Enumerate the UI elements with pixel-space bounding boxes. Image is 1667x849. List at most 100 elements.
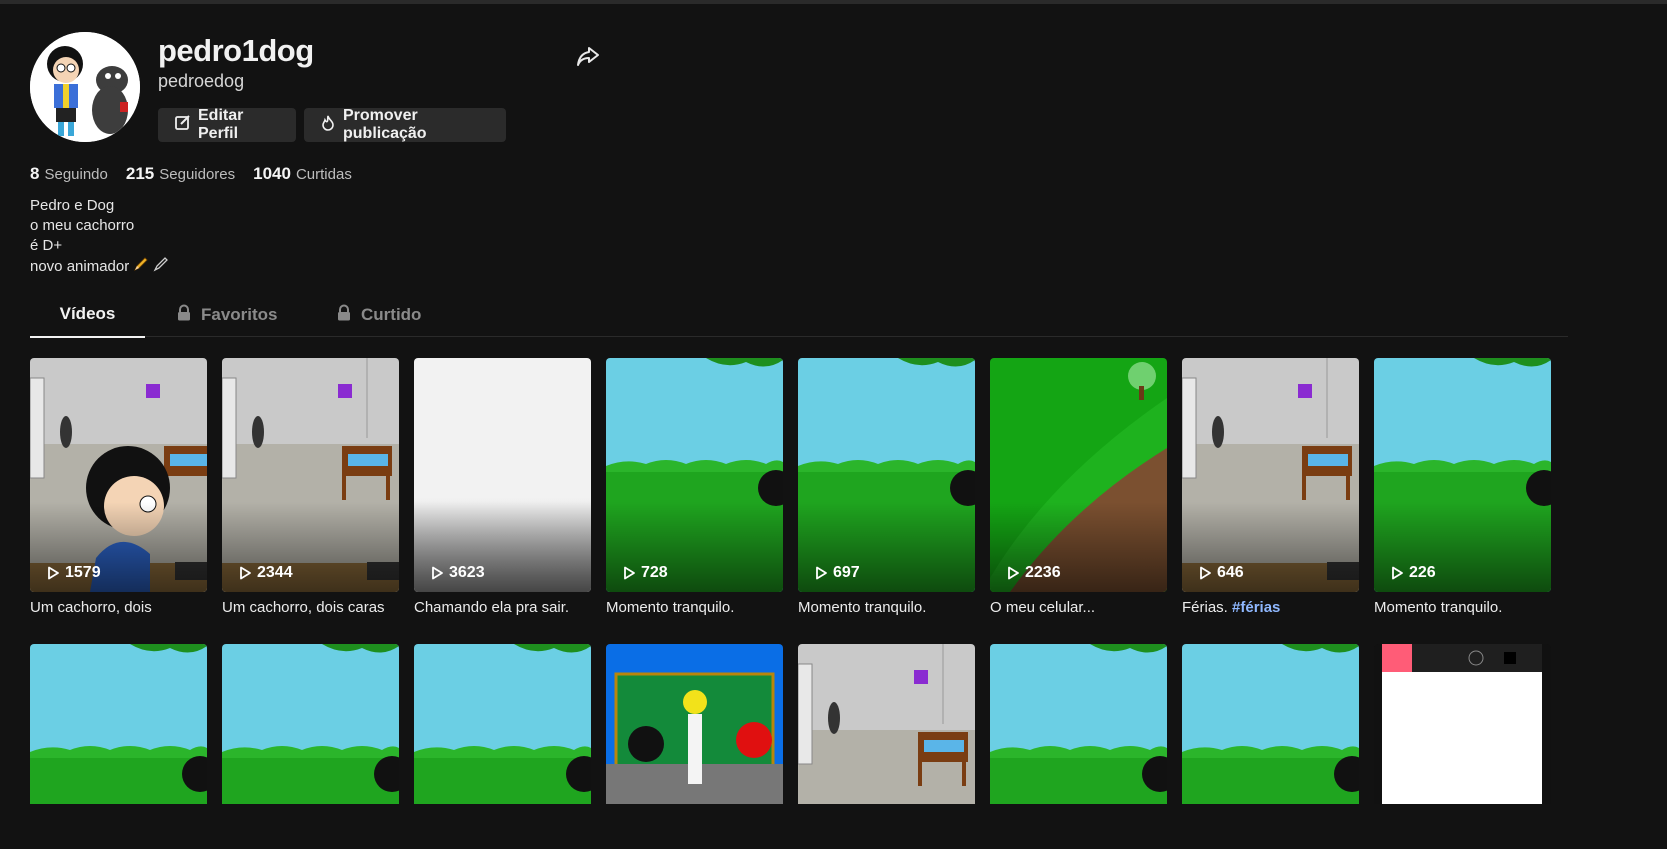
video-caption[interactable]: Um cachorro, dois [30,599,207,616]
video-thumbnail-image [798,644,975,804]
video-thumbnail[interactable]: 697 [798,358,975,592]
profile-tabs: Vídeos Favoritos Curtido [30,300,1568,338]
followers-label: Seguidores [159,166,236,183]
video-thumbnail-image [222,644,399,804]
video-thumbnail[interactable]: 3623 [414,358,591,592]
top-divider [0,0,1667,4]
tab-liked[interactable]: Curtido [336,304,421,326]
video-caption[interactable]: Chamando ela pra sair. [414,599,591,616]
tab-favorites[interactable]: Favoritos [176,304,278,326]
video-card[interactable] [30,644,207,804]
avatar-illustration [30,32,140,142]
video-thumbnail[interactable] [222,644,399,804]
bio-line: Pedro e Dog [30,197,115,214]
tab-videos-label: Vídeos [59,304,116,323]
likes-count: 1040 [253,164,291,183]
view-count-value: 3623 [449,564,485,581]
video-card[interactable]: 2236 O meu celular... [990,358,1167,616]
edit-profile-button[interactable]: Editar Perfil [158,107,296,142]
view-count: 2236 [1006,564,1061,582]
video-thumbnail[interactable]: 2236 [990,358,1167,592]
video-thumbnail[interactable]: 226 [1374,358,1551,592]
video-thumbnail-image [414,644,591,804]
video-thumbnail[interactable]: 1579 [30,358,207,592]
bio-line-animator: novo animador [30,256,169,278]
video-card[interactable] [798,644,975,804]
bio-line: novo animador [30,258,130,275]
video-card[interactable]: 2344 Um cachorro, dois caras [222,358,399,616]
promote-post-label: Promover publicação [343,107,427,142]
video-caption[interactable]: Um cachorro, dois caras [222,599,399,616]
video-thumbnail[interactable] [30,644,207,804]
video-thumbnail-image [1182,644,1359,804]
video-card[interactable]: 728 Momento tranquilo. [606,358,783,616]
play-icon [430,566,444,580]
view-count: 646 [1198,564,1244,582]
profile-nickname: pedroedog [158,71,245,91]
tab-videos[interactable]: Vídeos [30,304,145,338]
pencil-emoji-icon [133,256,149,278]
video-card[interactable]: 697 Momento tranquilo. [798,358,975,616]
view-count: 3623 [430,564,485,582]
followers-count: 215 [125,164,155,183]
bio-line: é D+ [30,237,63,254]
video-caption-text: Momento tranquilo. [798,599,927,616]
video-thumbnail[interactable] [1374,644,1551,804]
video-caption[interactable]: Momento tranquilo. [606,599,783,616]
video-card[interactable]: 1579 Um cachorro, dois [30,358,207,616]
video-thumbnail[interactable] [1182,644,1359,804]
share-icon[interactable] [574,42,602,70]
video-card[interactable] [1182,644,1359,804]
video-caption-text: Férias. [1182,599,1228,616]
hashtag-link[interactable]: #férias [1228,599,1280,616]
following-count: 8 [30,164,40,183]
video-thumbnail[interactable] [606,644,783,804]
video-thumbnail[interactable] [990,644,1167,804]
video-caption[interactable]: Momento tranquilo. [1374,599,1551,616]
video-card[interactable]: 646 Férias. #férias [1182,358,1359,616]
view-count-value: 697 [833,564,860,581]
play-icon [814,566,828,580]
video-card[interactable] [990,644,1167,804]
video-caption-text: Momento tranquilo. [1374,599,1503,616]
video-caption-text: Chamando ela pra sair. [414,599,570,616]
tab-favorites-label: Favoritos [201,305,278,324]
video-thumbnail[interactable]: 728 [606,358,783,592]
video-thumbnail[interactable] [798,644,975,804]
view-count: 697 [814,564,860,582]
video-caption[interactable]: Momento tranquilo. [798,599,975,616]
video-thumbnail-image [606,644,783,804]
video-thumbnail-image [990,644,1167,804]
view-count-value: 2236 [1025,564,1061,581]
video-caption[interactable]: O meu celular... [990,599,1167,616]
video-card[interactable]: 3623 Chamando ela pra sair. [414,358,591,616]
video-card[interactable] [1374,644,1551,804]
profile-stats: 8 Seguindo 215 Seguidores 1040 Curtidas [30,164,352,184]
play-icon [1390,566,1404,580]
edit-profile-label: Editar Perfil [198,107,244,142]
pen-emoji-icon [153,256,169,278]
play-icon [1198,566,1212,580]
video-card[interactable]: 226 Momento tranquilo. [1374,358,1551,616]
bio-line: o meu cachorro [30,217,135,234]
following-stat[interactable]: 8 Seguindo [30,164,108,184]
flame-icon [320,115,336,136]
video-caption-text: Momento tranquilo. [606,599,735,616]
view-count: 728 [622,564,668,582]
video-card[interactable] [414,644,591,804]
video-caption-text: Um cachorro, dois caras [222,599,385,616]
play-icon [1006,566,1020,580]
video-card[interactable] [222,644,399,804]
promote-post-button[interactable]: Promover publicação [304,107,506,142]
video-thumbnail[interactable]: 646 [1182,358,1359,592]
play-icon [46,566,60,580]
likes-stat: 1040 Curtidas [253,164,352,184]
video-thumbnail[interactable] [414,644,591,804]
tab-liked-label: Curtido [361,305,422,324]
followers-stat[interactable]: 215 Seguidores [126,164,235,184]
likes-label: Curtidas [295,166,352,183]
video-card[interactable] [606,644,783,804]
video-caption[interactable]: Férias. #férias [1182,599,1359,616]
video-thumbnail[interactable]: 2344 [222,358,399,592]
view-count: 1579 [46,564,101,582]
